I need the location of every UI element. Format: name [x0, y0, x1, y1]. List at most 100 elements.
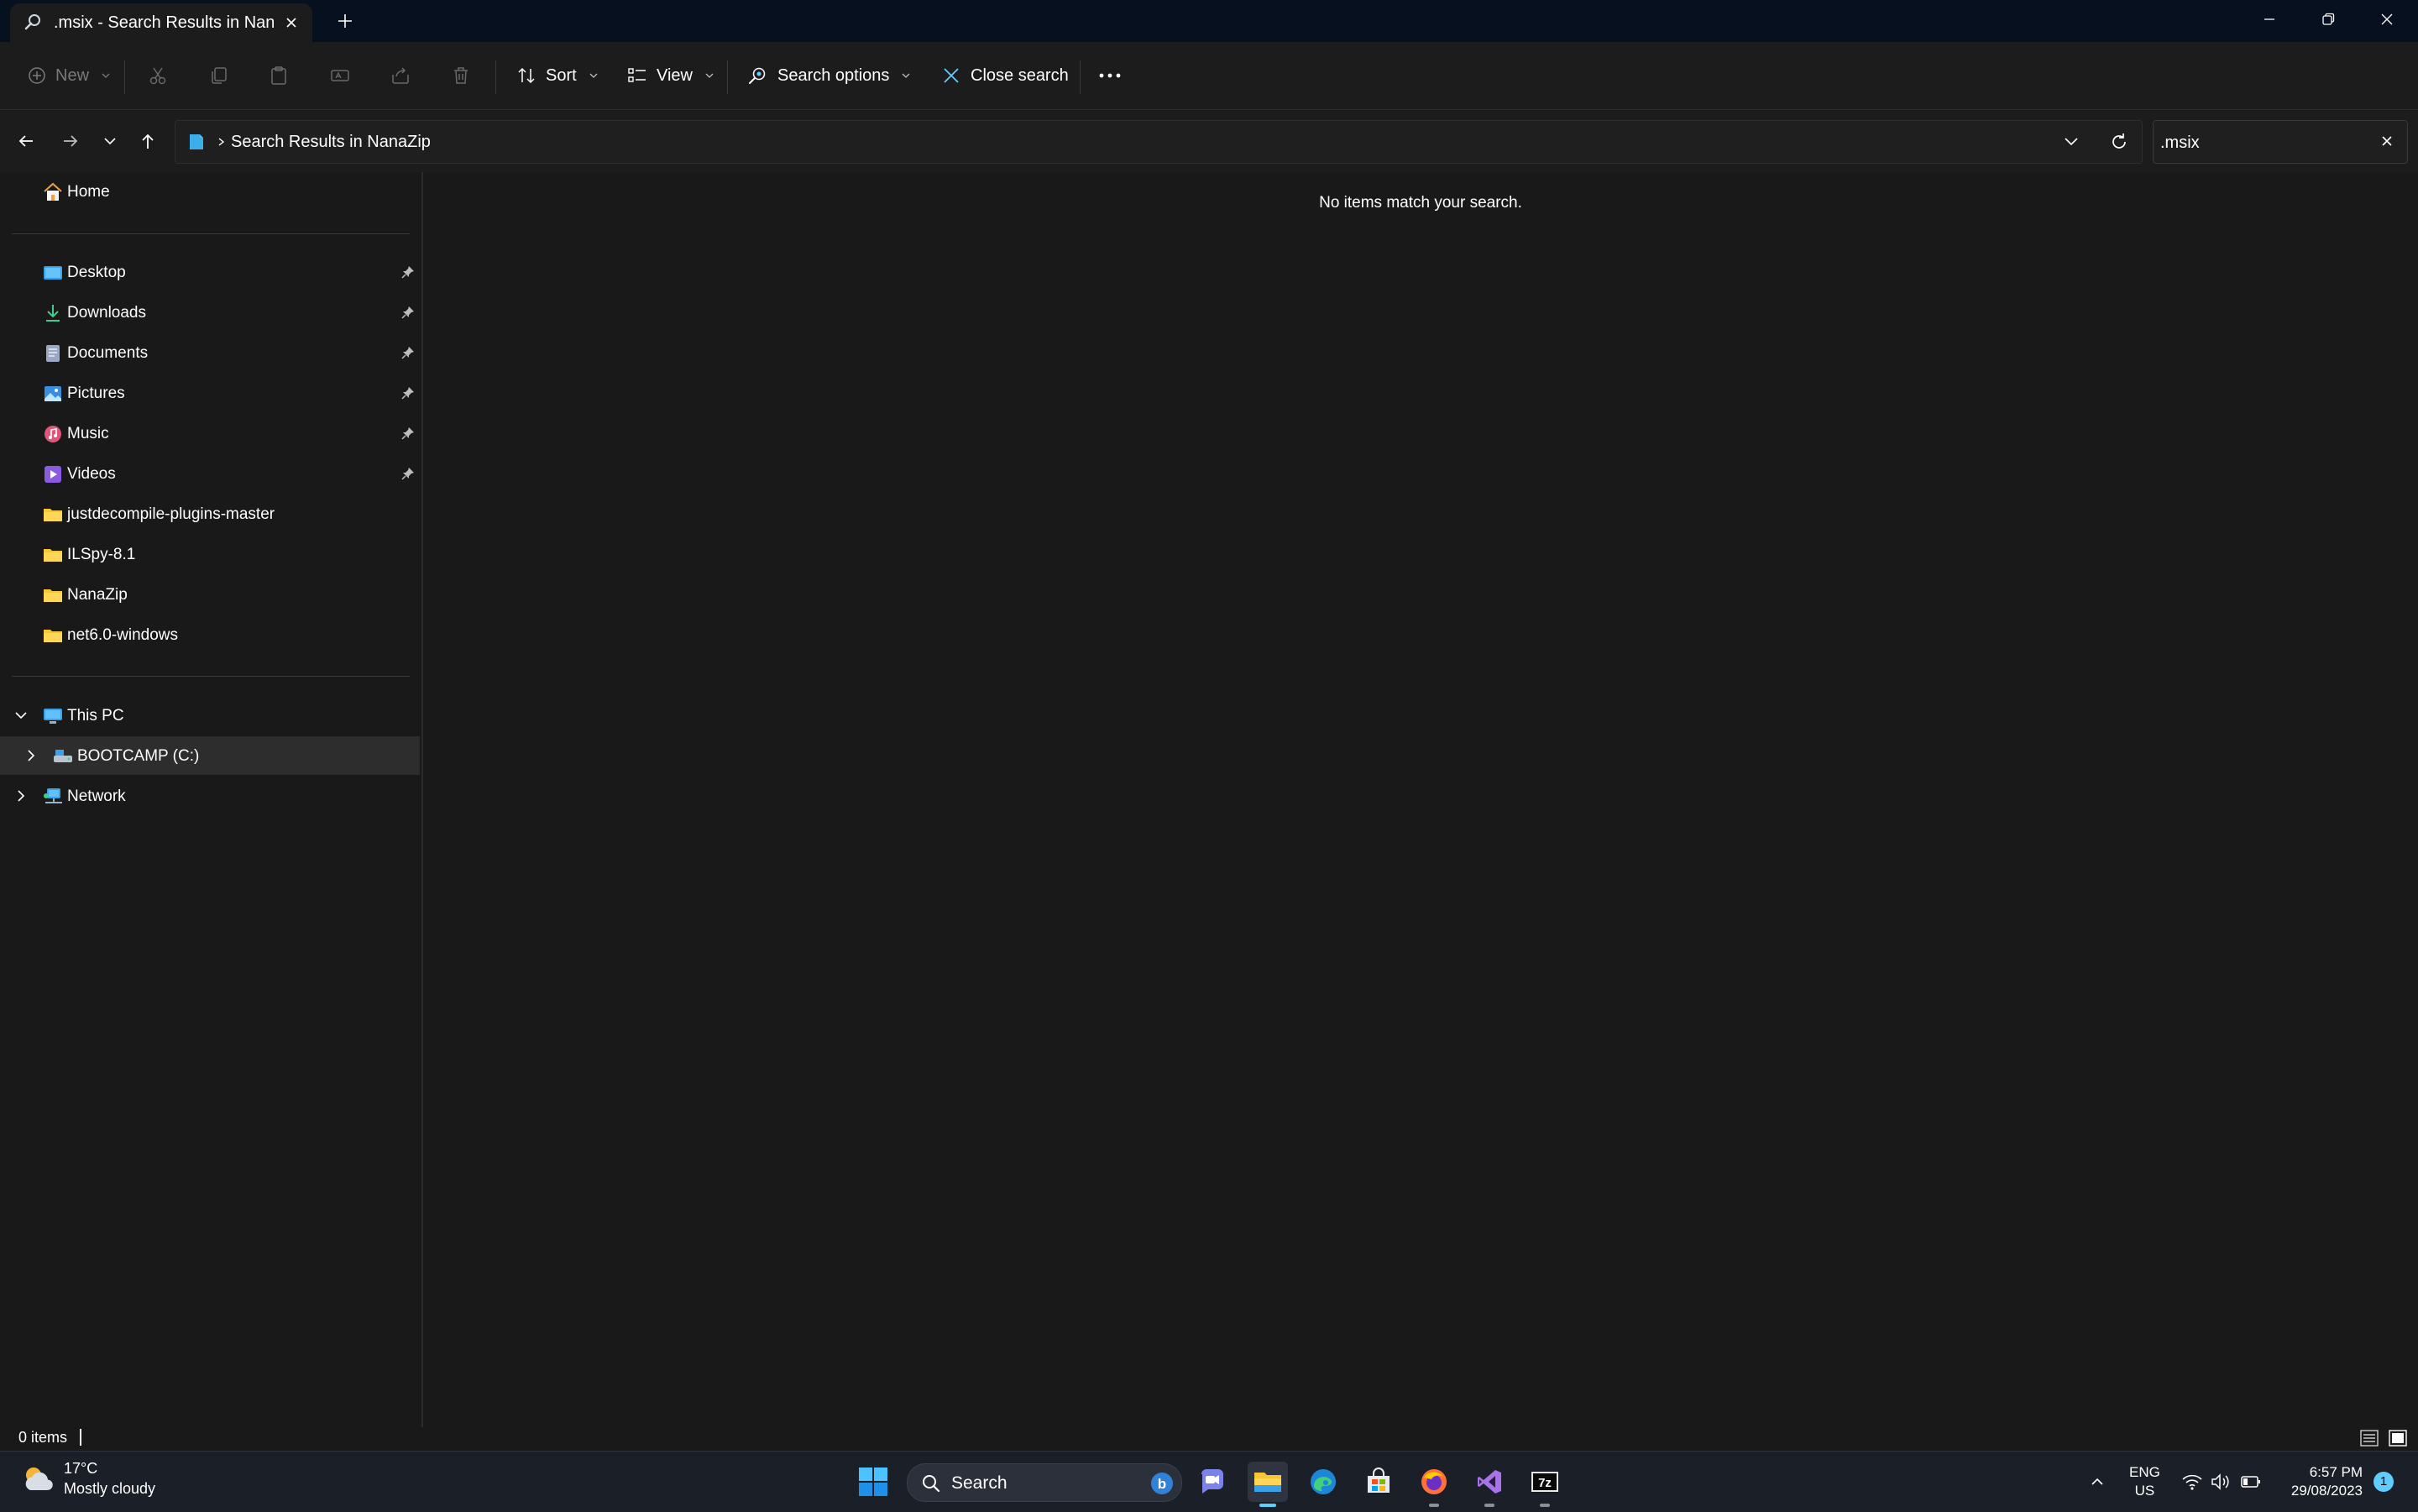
sidebar-item-home[interactable]: Home — [0, 172, 420, 211]
sidebar-item-justdecompile-plugins-master[interactable]: justdecompile-plugins-master — [0, 494, 420, 533]
sort-button[interactable]: Sort — [510, 57, 604, 94]
view-list-icon — [628, 68, 646, 82]
search-options-button[interactable]: Search options — [742, 57, 916, 94]
chevron-down-icon — [705, 73, 714, 78]
delete-button[interactable] — [446, 60, 476, 91]
pin-icon[interactable] — [401, 467, 415, 480]
taskbar-search[interactable]: Search b — [907, 1463, 1182, 1502]
recent-locations-button[interactable] — [94, 125, 126, 157]
back-button[interactable] — [10, 125, 42, 157]
sidebar-item-documents[interactable]: Documents — [0, 333, 420, 372]
sidebar-item-music[interactable]: Music — [0, 414, 420, 453]
7zip-button[interactable]: 7z — [1525, 1462, 1565, 1507]
search-box[interactable] — [2153, 120, 2408, 164]
chevron-right-icon[interactable] — [24, 748, 39, 763]
show-hidden-icons-chevron-icon[interactable] — [2087, 1472, 2107, 1492]
navigation-pane: Home Desktop Downloads Documents Picture… — [0, 172, 423, 1427]
file-explorer-button[interactable] — [1248, 1462, 1288, 1507]
edge-icon — [1311, 1469, 1336, 1494]
cut-icon — [149, 67, 166, 85]
copy-icon — [212, 67, 227, 84]
taskbar: 17°C Mostly cloudy Search b 7z ENG US 6:… — [0, 1451, 2418, 1512]
arrow-up-icon — [142, 133, 154, 149]
windows-logo-icon — [859, 1468, 887, 1496]
chat-icon — [1201, 1469, 1223, 1494]
large-icons-view-icon[interactable] — [2388, 1429, 2408, 1447]
file-explorer-icon — [1254, 1473, 1281, 1492]
clock[interactable]: 6:57 PM 29/08/2023 — [2267, 1463, 2363, 1500]
desktop-icon — [42, 262, 64, 284]
visual-studio-button[interactable] — [1469, 1462, 1510, 1507]
close-search-button[interactable]: Close search — [935, 57, 1074, 94]
details-view-icon[interactable] — [2359, 1429, 2379, 1447]
more-options-button[interactable] — [1095, 60, 1125, 91]
pin-icon[interactable] — [401, 386, 415, 400]
pin-icon[interactable] — [401, 346, 415, 359]
chevron-down-icon[interactable] — [13, 708, 29, 723]
toolbar-separator — [1080, 60, 1081, 94]
active-tab[interactable]: .msix - Search Results in NanaZip — [10, 3, 312, 42]
sidebar-item-net6-windows[interactable]: net6.0-windows — [0, 615, 420, 654]
sidebar-item-pictures[interactable]: Pictures — [0, 374, 420, 412]
view-button[interactable]: View — [621, 57, 720, 94]
chevron-down-icon — [104, 138, 116, 145]
search-results-location-icon — [186, 131, 207, 153]
close-window-button[interactable] — [2358, 0, 2416, 39]
start-button[interactable] — [853, 1462, 893, 1502]
sidebar-item-network[interactable]: Network — [0, 777, 420, 815]
pin-icon[interactable] — [401, 306, 415, 319]
teams-chat-button[interactable] — [1192, 1462, 1233, 1502]
restore-button[interactable] — [2299, 0, 2358, 39]
search-input[interactable] — [2159, 131, 2372, 154]
copy-button[interactable] — [204, 60, 234, 91]
firefox-button[interactable] — [1414, 1462, 1454, 1507]
sidebar-item-this-pc[interactable]: This PC — [0, 696, 420, 735]
pin-icon[interactable] — [401, 265, 415, 279]
folder-icon — [42, 584, 64, 606]
clear-search-icon[interactable] — [2377, 131, 2397, 151]
minimize-icon — [2264, 18, 2274, 20]
toolbar-separator — [727, 60, 728, 94]
new-button[interactable]: New — [22, 57, 116, 94]
sidebar-item-nanazip[interactable]: NanaZip — [0, 575, 420, 614]
microsoft-store-button[interactable] — [1358, 1462, 1399, 1502]
search-icon — [24, 12, 44, 32]
bing-icon[interactable]: b — [1149, 1471, 1175, 1496]
address-history-dropdown-icon[interactable] — [2061, 131, 2081, 151]
notification-badge[interactable]: 1 — [2374, 1472, 2394, 1492]
address-bar[interactable]: Search Results in NanaZip — [175, 120, 2143, 164]
refresh-icon[interactable] — [2108, 131, 2130, 153]
cut-button[interactable] — [143, 60, 173, 91]
new-tab-button[interactable] — [334, 10, 356, 32]
minimize-button[interactable] — [2240, 0, 2299, 39]
breadcrumb[interactable]: Search Results in NanaZip — [231, 133, 431, 152]
volume-icon[interactable] — [2210, 1472, 2232, 1492]
chevron-right-icon[interactable] — [13, 788, 29, 803]
sidebar-item-videos[interactable]: Videos — [0, 454, 420, 493]
tab-title: .msix - Search Results in NanaZip — [54, 13, 274, 32]
rename-button[interactable] — [325, 60, 355, 91]
share-button[interactable] — [385, 60, 416, 91]
sidebar-item-bootcamp-drive[interactable]: BOOTCAMP (C:) — [0, 736, 420, 775]
visual-studio-icon — [1478, 1470, 1501, 1494]
sidebar-item-downloads[interactable]: Downloads — [0, 293, 420, 332]
up-button[interactable] — [132, 125, 164, 157]
edge-button[interactable] — [1303, 1462, 1343, 1502]
input-language[interactable]: ENG US — [2129, 1463, 2160, 1500]
forward-button[interactable] — [55, 125, 86, 157]
partly-cloudy-icon — [25, 1468, 53, 1491]
toolbar-separator — [495, 60, 496, 94]
sidebar-divider — [12, 233, 410, 234]
folder-icon — [42, 504, 64, 526]
battery-icon[interactable] — [2240, 1472, 2262, 1492]
wifi-icon[interactable] — [2181, 1472, 2203, 1492]
tab-close-icon[interactable] — [280, 12, 302, 34]
pin-icon[interactable] — [401, 426, 415, 440]
paste-button[interactable] — [264, 60, 294, 91]
breadcrumb-chevron-icon — [216, 131, 228, 153]
file-list-area[interactable]: No items match your search. — [423, 172, 2418, 1427]
weather-widget[interactable]: 17°C Mostly cloudy — [20, 1460, 155, 1499]
rename-icon — [331, 70, 349, 81]
sidebar-item-desktop[interactable]: Desktop — [0, 253, 420, 291]
sidebar-item-ilspy[interactable]: ILSpy-8.1 — [0, 535, 420, 573]
